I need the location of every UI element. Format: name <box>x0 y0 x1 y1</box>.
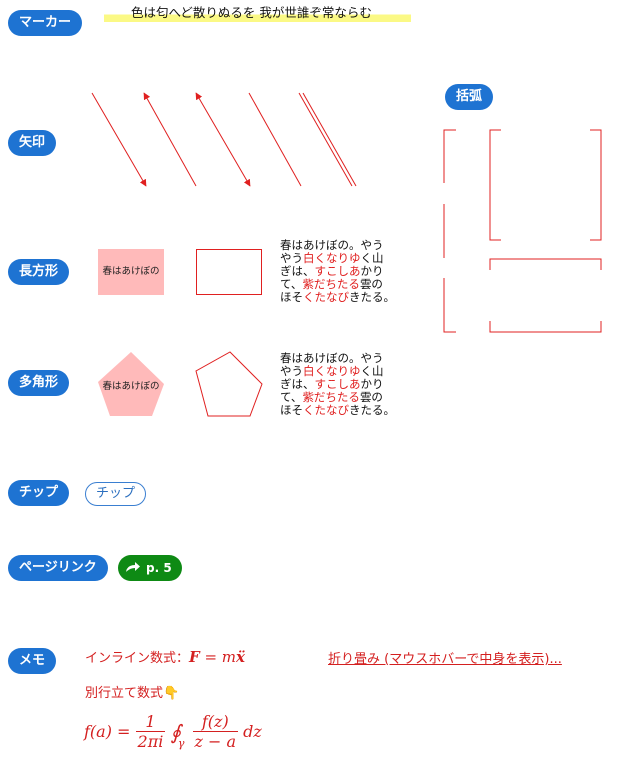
share-arrow-icon <box>126 561 140 572</box>
memo-inline-math: インライン数式：F = mẍ <box>85 648 245 666</box>
fraction-one-over: 1 2πi <box>135 712 166 751</box>
fraction-integrand: f(z) z − a <box>192 712 239 751</box>
bracket-corner-left <box>443 129 456 333</box>
arrow-plain-line <box>248 92 302 187</box>
page-link-label: p. 5 <box>146 561 172 575</box>
polygon-paragraph: 春はあけぼの。やう やう白くなりゆく山 ぎは、すこしあかり て、紫だちたる雲の … <box>280 351 395 417</box>
page-link-button[interactable]: p. 5 <box>118 555 182 581</box>
rect-paragraph: 春はあけぼの。やう やう白くなりゆく山 ぎは、すこしあかり て、紫だちたる雲の … <box>280 238 395 304</box>
memo-formula: f(a) = 1 2πi ∮γ f(z) z − a dz <box>84 712 262 751</box>
memo-fold-link[interactable]: 折り畳み (マウスホバーで中身を表示)... <box>328 648 562 667</box>
memo-block-label: 別行立て数式👇 <box>85 686 180 701</box>
arrow-backward <box>143 92 197 187</box>
bracket-horizontal-top <box>489 258 602 270</box>
rect-filled: 春はあけぼの <box>98 249 164 295</box>
arrow-double <box>195 92 251 187</box>
bracket-square-right <box>590 129 602 241</box>
point-down-icon: 👇 <box>163 686 180 701</box>
arrow-double-line-b <box>302 92 357 187</box>
arrow-forward <box>91 92 147 187</box>
bracket-horizontal-bottom <box>489 321 602 333</box>
bracket-square-left <box>489 129 501 241</box>
polygon-filled-text: 春はあけぼの <box>102 381 160 392</box>
arrow-double-line-a <box>298 92 353 187</box>
rect-outline <box>196 249 262 295</box>
polygon-outline <box>195 351 263 417</box>
chip[interactable]: チップ <box>85 482 147 506</box>
